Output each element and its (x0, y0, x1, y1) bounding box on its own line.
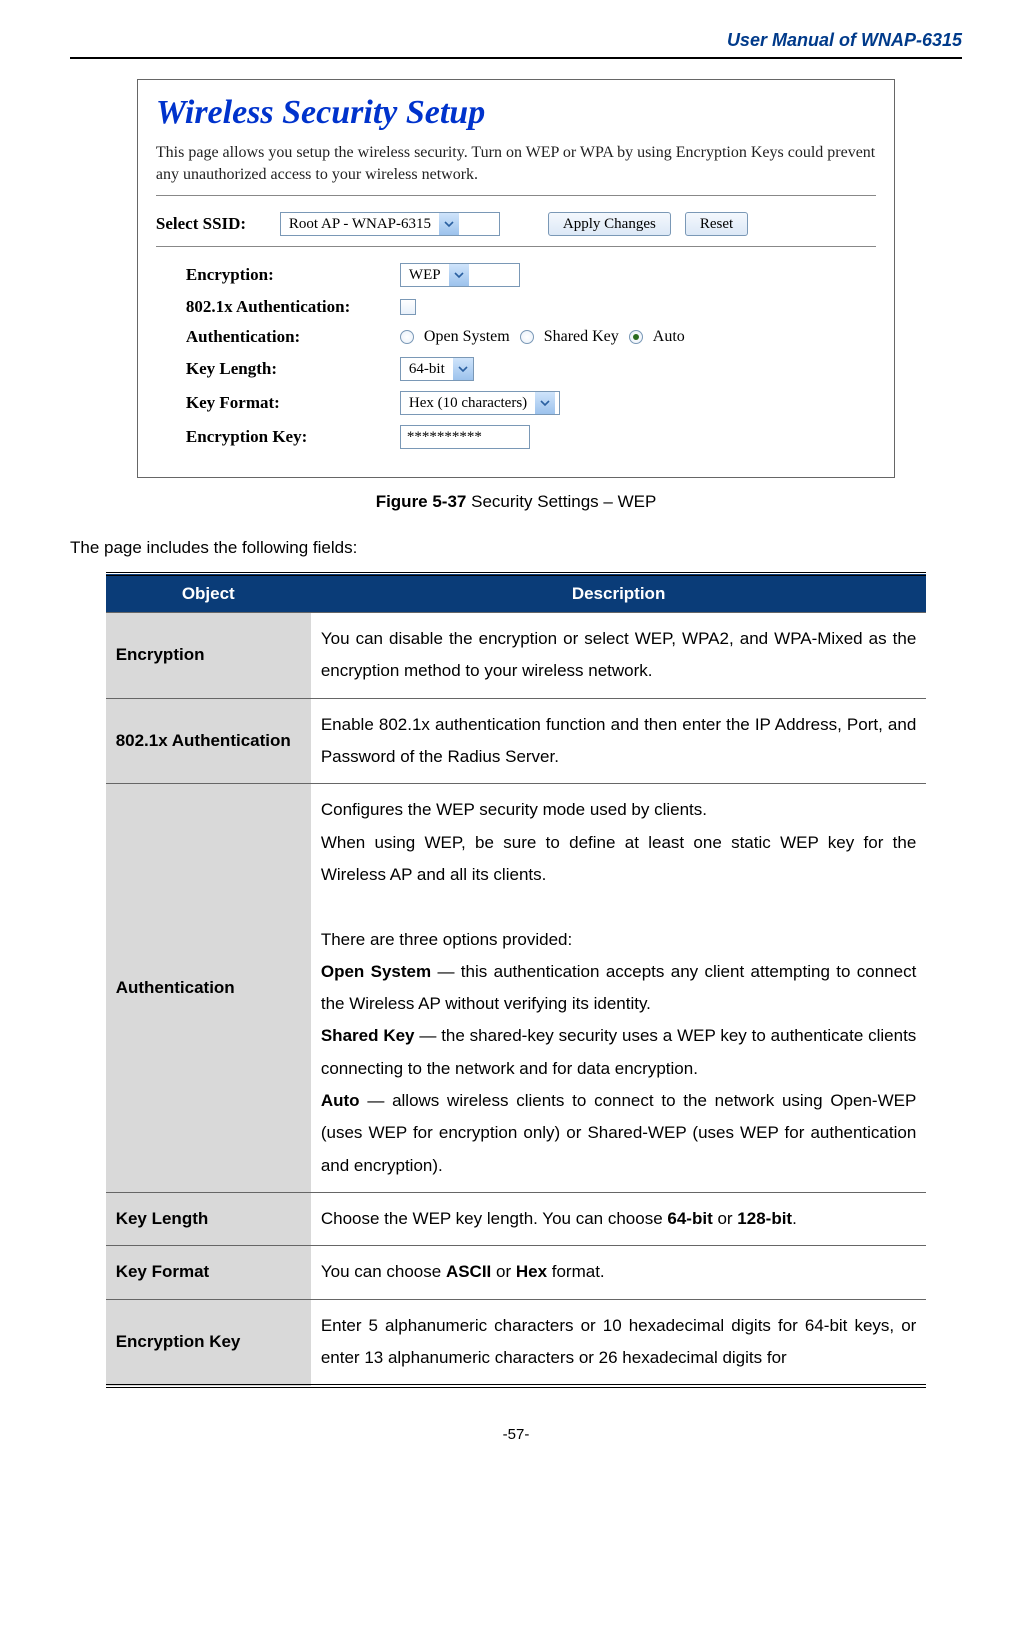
encryption-select-value: WEP (401, 265, 449, 286)
figure-number: Figure 5-37 (376, 492, 467, 511)
table-row: Key LengthChoose the WEP key length. You… (106, 1192, 927, 1245)
object-cell: Encryption (106, 613, 311, 699)
page-number: -57- (70, 1426, 962, 1443)
key-length-label: Key Length: (186, 359, 386, 379)
key-format-label: Key Format: (186, 393, 386, 413)
object-cell: Key Format (106, 1246, 311, 1299)
setup-title: Wireless Security Setup (156, 94, 876, 132)
chevron-down-icon (449, 264, 469, 286)
radio-open-system-label: Open System (424, 328, 510, 346)
encryption-select[interactable]: WEP (400, 263, 520, 287)
page-header-title: User Manual of WNAP-6315 (70, 30, 962, 51)
description-cell: Enter 5 alphanumeric characters or 10 he… (311, 1299, 926, 1386)
table-row: AuthenticationConfigures the WEP securit… (106, 784, 927, 1193)
table-row: 802.1x AuthenticationEnable 802.1x authe… (106, 698, 927, 784)
ssid-select-value: Root AP - WNAP-6315 (281, 214, 439, 235)
object-cell: Authentication (106, 784, 311, 1193)
description-cell: Configures the WEP security mode used by… (311, 784, 926, 1193)
col-description: Description (311, 574, 926, 613)
table-row: Encryption KeyEnter 5 alphanumeric chara… (106, 1299, 927, 1386)
description-cell: Choose the WEP key length. You can choos… (311, 1192, 926, 1245)
radio-shared-key[interactable] (520, 330, 534, 344)
dot1x-label: 802.1x Authentication: (186, 297, 386, 317)
ssid-label: Select SSID: (156, 214, 266, 234)
header-rule (70, 57, 962, 59)
figure-text: Security Settings – WEP (466, 492, 656, 511)
key-length-value: 64-bit (401, 359, 453, 380)
radio-auto[interactable] (629, 330, 643, 344)
key-length-select[interactable]: 64-bit (400, 357, 474, 381)
description-cell: You can choose ASCII or Hex format. (311, 1246, 926, 1299)
description-cell: Enable 802.1x authentication function an… (311, 698, 926, 784)
description-cell: You can disable the encryption or select… (311, 613, 926, 699)
dot1x-checkbox[interactable] (400, 299, 416, 315)
table-row: EncryptionYou can disable the encryption… (106, 613, 927, 699)
object-cell: Key Length (106, 1192, 311, 1245)
chevron-down-icon (453, 358, 473, 380)
object-cell: 802.1x Authentication (106, 698, 311, 784)
encryption-label: Encryption: (186, 265, 386, 285)
radio-auto-label: Auto (653, 328, 685, 346)
figure-caption: Figure 5-37 Security Settings – WEP (70, 492, 962, 512)
screenshot-panel: Wireless Security Setup This page allows… (137, 79, 895, 478)
radio-open-system[interactable] (400, 330, 414, 344)
radio-shared-key-label: Shared Key (544, 328, 619, 346)
reset-button[interactable]: Reset (685, 212, 748, 236)
ssid-select[interactable]: Root AP - WNAP-6315 (280, 212, 500, 236)
key-format-value: Hex (10 characters) (401, 393, 535, 414)
divider-2 (156, 246, 876, 247)
table-row: Key FormatYou can choose ASCII or Hex fo… (106, 1246, 927, 1299)
key-format-select[interactable]: Hex (10 characters) (400, 391, 560, 415)
intro-text: The page includes the following fields: (70, 538, 962, 558)
apply-changes-button[interactable]: Apply Changes (548, 212, 671, 236)
col-object: Object (106, 574, 311, 613)
authentication-label: Authentication: (186, 327, 386, 347)
fields-table: Object Description EncryptionYou can dis… (106, 572, 927, 1388)
chevron-down-icon (535, 392, 555, 414)
encryption-key-label: Encryption Key: (186, 427, 386, 447)
setup-description: This page allows you setup the wireless … (156, 142, 876, 185)
divider (156, 195, 876, 196)
encryption-key-input[interactable]: ********** (400, 425, 530, 449)
chevron-down-icon (439, 213, 459, 235)
object-cell: Encryption Key (106, 1299, 311, 1386)
